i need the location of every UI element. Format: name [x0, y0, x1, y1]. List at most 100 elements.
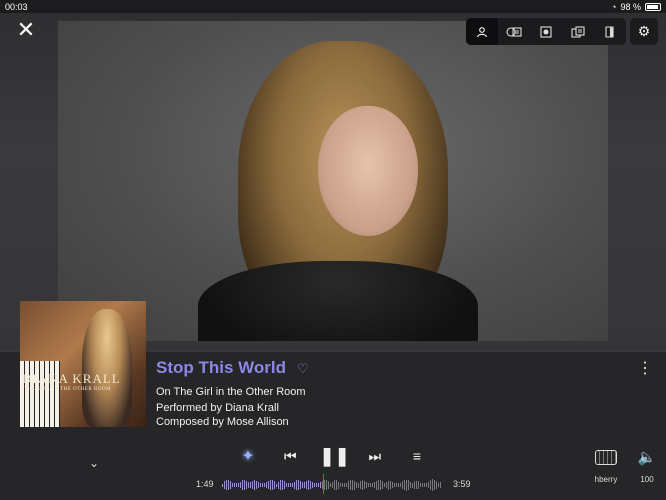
waveform-bar — [308, 480, 309, 490]
view-switcher — [466, 18, 626, 45]
waveform-bar — [436, 481, 437, 489]
waveform-bar — [398, 483, 399, 487]
waveform-bar — [384, 483, 385, 487]
waveform-bar — [354, 480, 355, 490]
more-vertical-icon: ⋮ — [637, 360, 653, 377]
previous-button[interactable]: ⏮ — [277, 448, 303, 465]
album-cover-figure — [82, 309, 132, 427]
waveform-bar — [364, 481, 365, 489]
waveform-bar — [406, 479, 407, 491]
waveform-bar — [280, 480, 281, 490]
sparkle-icon: ✦ — [241, 448, 255, 465]
waveform-bar — [250, 482, 251, 488]
radio-button[interactable]: ✦ — [235, 446, 261, 466]
waveform-bar — [240, 481, 241, 489]
waveform-bar — [320, 482, 321, 488]
waveform-bar — [316, 483, 317, 487]
waveform-bar — [234, 483, 235, 487]
queue-icon: ≡ — [412, 448, 422, 464]
waveform-bar — [432, 479, 433, 491]
waveform-bar — [302, 482, 303, 488]
waveform-bar — [366, 482, 367, 488]
waveform-bar — [268, 480, 269, 490]
view-record-button[interactable] — [530, 18, 562, 45]
volume-level: 100 — [640, 475, 654, 484]
waveform-bar — [252, 480, 253, 490]
waveform-bar — [246, 480, 247, 490]
waveform-bar — [298, 479, 299, 491]
waveform-seekbar[interactable] — [222, 478, 444, 492]
status-right: ◔ 98 % — [611, 2, 661, 12]
queue-button[interactable]: ≡ — [404, 448, 430, 464]
favorite-button[interactable]: ♡ — [297, 361, 309, 377]
view-album-info-button[interactable] — [498, 18, 530, 45]
artist-photo — [58, 21, 608, 341]
volume-icon: 🔈 — [637, 449, 657, 466]
waveform-bar — [290, 483, 291, 487]
battery-icon — [645, 2, 661, 11]
transport-controls: ✦ ⏮ ❚❚ ⏭ ≡ — [235, 445, 430, 467]
view-artist-button[interactable] — [466, 18, 498, 45]
waveform-bar — [318, 483, 319, 487]
waveform-bar — [230, 481, 231, 489]
waveform-bar — [430, 480, 431, 490]
close-button[interactable]: ✕ — [16, 19, 36, 41]
waveform-bar — [328, 481, 329, 489]
waveform-bar — [348, 481, 349, 489]
waveform-bar — [256, 480, 257, 490]
waveform-bar — [372, 483, 373, 487]
chevron-down-icon: ⌄ — [89, 456, 100, 470]
artist-photo-face — [318, 106, 418, 236]
waveform-bar — [382, 481, 383, 489]
wifi-icon: ◔ — [611, 1, 617, 12]
waveform-bar — [386, 481, 387, 489]
waveform-bar — [222, 483, 223, 487]
skip-previous-icon: ⏮ — [283, 447, 297, 464]
waveform-bar — [334, 480, 335, 490]
volume-button[interactable]: 🔈 100 — [634, 450, 660, 486]
album-cover-artist-text: DIANA KRALL — [22, 371, 121, 386]
waveform-bar — [244, 479, 245, 491]
waveform-bar — [296, 480, 297, 490]
record-icon — [540, 25, 552, 38]
waveform-bar — [272, 480, 273, 490]
album-link[interactable]: On The Girl in the Other Room — [156, 386, 306, 398]
waveform-bar — [410, 482, 411, 488]
output-device-button[interactable]: hberry — [590, 450, 622, 486]
playhead[interactable] — [323, 474, 324, 494]
waveform-bar — [274, 481, 275, 489]
more-options-button[interactable]: ⋮ — [637, 360, 653, 378]
waveform-bar — [284, 481, 285, 489]
composer-line[interactable]: Composed by Mose Allison — [156, 416, 289, 428]
collapse-button[interactable]: ⌄ — [89, 456, 99, 470]
settings-button[interactable]: ⚙ — [630, 18, 658, 45]
waveform-bar — [238, 483, 239, 487]
waveform-bar — [422, 483, 423, 487]
waveform-bar — [236, 483, 237, 487]
waveform-bar — [418, 481, 419, 489]
waveform-bar — [352, 479, 353, 491]
waveform-bar — [440, 481, 441, 489]
skip-next-icon: ⏭ — [368, 447, 382, 464]
artist-photo-jacket — [198, 261, 478, 341]
waveform-bar — [330, 483, 331, 487]
waveform-bar — [324, 479, 325, 491]
waveform-bar — [264, 483, 265, 487]
album-cover[interactable]: DIANA KRALL THE GIRL IN THE OTHER ROOM — [20, 301, 146, 427]
next-button[interactable]: ⏭ — [362, 448, 388, 465]
waveform-bar — [282, 480, 283, 490]
view-booklet-button[interactable] — [594, 18, 626, 45]
pause-button[interactable]: ❚❚ — [320, 446, 350, 467]
performer-line[interactable]: Performed by Diana Krall — [156, 402, 279, 414]
waveform-bar — [370, 482, 371, 488]
track-title[interactable]: Stop This World — [156, 358, 286, 378]
pause-icon: ❚❚ — [319, 445, 350, 466]
waveform-bar — [292, 483, 293, 487]
battery-percent: 98 % — [620, 1, 641, 12]
booklet-icon — [605, 25, 614, 38]
view-credits-button[interactable] — [562, 18, 594, 45]
waveform-bar — [336, 480, 337, 490]
waveform-bar — [242, 480, 243, 490]
waveform-bar — [416, 480, 417, 490]
waveform-bar — [392, 481, 393, 489]
